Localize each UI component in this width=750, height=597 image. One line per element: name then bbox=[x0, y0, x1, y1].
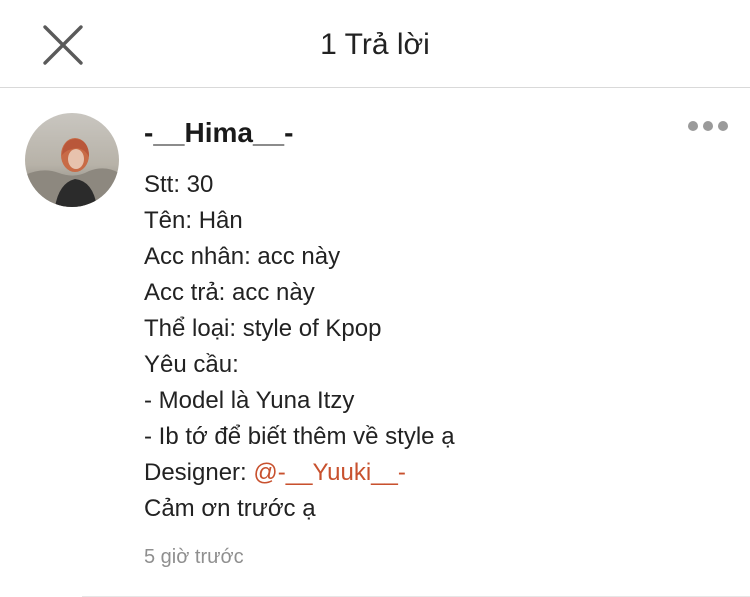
comment-line-ib: - Ib tớ để biết thêm về style ạ bbox=[144, 423, 455, 450]
reply-screen: 1 Trả lời -__Hima__- Stt: 30 Tên: Hân Ac… bbox=[0, 0, 750, 597]
comment-line-stt: Stt: 30 bbox=[144, 171, 214, 198]
user-avatar-icon bbox=[25, 113, 119, 207]
designer-mention-link[interactable]: @-__Yuuki__- bbox=[253, 459, 405, 486]
page-title: 1 Trả lời bbox=[320, 28, 430, 61]
comment-timestamp: 5 giờ trước bbox=[144, 546, 244, 568]
comment-item: -__Hima__- Stt: 30 Tên: Hân Acc nhân: ac… bbox=[0, 89, 750, 597]
comment-line-thanks: Cảm ơn trước ạ bbox=[144, 495, 316, 522]
comment-line-acc-reply: Acc trả: acc này bbox=[144, 279, 315, 306]
comment-line-model: - Model là Yuna Itzy bbox=[144, 387, 355, 414]
comment-line-name: Tên: Hân bbox=[144, 207, 243, 234]
more-horizontal-icon bbox=[688, 121, 698, 131]
comment-username[interactable]: -__Hima__- bbox=[144, 115, 293, 151]
comment-line-requirements: Yêu cầu: bbox=[144, 351, 239, 378]
more-horizontal-icon bbox=[718, 121, 728, 131]
comment-line-designer: Designer: @-__Yuuki__- bbox=[144, 455, 724, 491]
comment-body: Stt: 30 Tên: Hân Acc nhân: acc này Acc t… bbox=[144, 167, 724, 527]
more-options-button[interactable] bbox=[686, 119, 730, 133]
avatar[interactable] bbox=[25, 113, 119, 207]
more-horizontal-icon bbox=[703, 121, 713, 131]
designer-label: Designer: bbox=[144, 459, 254, 486]
comment-line-genre: Thể loại: style of Kpop bbox=[144, 315, 382, 342]
comment-line-acc-receive: Acc nhân: acc này bbox=[144, 243, 341, 270]
header-bar: 1 Trả lời bbox=[0, 0, 750, 88]
